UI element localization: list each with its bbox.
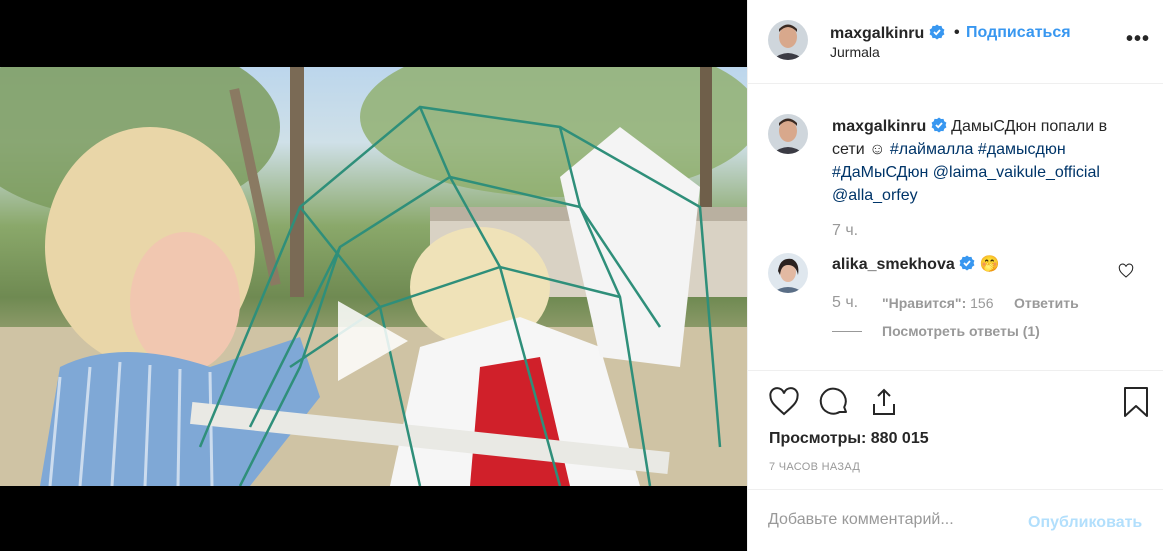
post-time-ago[interactable]: 7 ЧАСОВ НАЗАД — [769, 461, 860, 473]
play-button[interactable] — [338, 301, 408, 381]
caption-author-avatar[interactable] — [768, 114, 808, 154]
bookmark-icon[interactable] — [1120, 386, 1152, 418]
comment-input[interactable] — [768, 511, 1008, 529]
comment-timestamp[interactable]: 5 ч. — [832, 294, 858, 312]
post-location[interactable]: Jurmala — [830, 44, 880, 60]
post-caption: maxgalkinru ДамыСДюн попали в сети ☺ #ла… — [832, 115, 1142, 207]
heart-icon[interactable] — [768, 386, 800, 418]
publish-button[interactable]: Опубликовать — [1028, 514, 1142, 532]
caption-timestamp[interactable]: 7 ч. — [832, 222, 858, 240]
verified-badge-icon — [931, 117, 947, 133]
comment-body: alika_smekhova 🤭 — [832, 254, 1000, 274]
hashtag-link[interactable]: #лаймалла — [890, 141, 974, 158]
views-count[interactable]: Просмотры: 880 015 — [769, 430, 929, 448]
commenter-avatar[interactable] — [768, 253, 808, 293]
hashtag-link[interactable]: #дамысдюн — [978, 141, 1066, 158]
smile-emoji: ☺ — [869, 141, 886, 158]
replies-divider — [832, 331, 862, 332]
comment-likes[interactable]: "Нравится": 156 — [882, 295, 993, 311]
comment-icon[interactable] — [818, 386, 850, 418]
header-separator: • — [954, 24, 960, 41]
video-frame — [0, 67, 747, 486]
follow-button[interactable]: Подписаться — [966, 24, 1071, 42]
reply-button[interactable]: Ответить — [1014, 295, 1079, 311]
video-player[interactable] — [0, 67, 747, 486]
mention-link[interactable]: @alla_orfey — [832, 187, 918, 204]
author-avatar[interactable] — [768, 20, 808, 60]
verified-badge-icon — [959, 255, 975, 271]
post-actions: Просмотры: 880 015 7 ЧАСОВ НАЗАД — [748, 372, 1163, 490]
comment-likes-count: 156 — [970, 295, 994, 311]
add-comment-bar: Опубликовать — [748, 491, 1163, 551]
comments-section: maxgalkinru ДамыСДюн попали в сети ☺ #ла… — [748, 85, 1163, 371]
comment-heart-icon[interactable] — [1118, 263, 1134, 279]
comment-username[interactable]: alika_smekhova — [832, 256, 955, 273]
comment-text: 🤭 — [979, 256, 1000, 273]
share-icon[interactable] — [868, 386, 900, 418]
verified-badge-icon — [929, 24, 945, 40]
comment-likes-label: "Нравится": — [882, 295, 967, 311]
post-sidebar: maxgalkinru • Подписаться Jurmala ••• ma… — [747, 0, 1163, 551]
post-header: maxgalkinru • Подписаться Jurmala ••• — [748, 0, 1163, 84]
view-replies-button[interactable]: Посмотреть ответы (1) — [882, 323, 1040, 339]
hashtag-link[interactable]: #ДаМыСДюн — [832, 164, 928, 181]
author-username[interactable]: maxgalkinru — [830, 24, 945, 43]
post-media — [0, 0, 747, 551]
mention-link[interactable]: @laima_vaikule_official — [933, 164, 1100, 181]
more-horizontal-icon[interactable]: ••• — [1126, 28, 1150, 51]
caption-username[interactable]: maxgalkinru — [832, 118, 926, 135]
